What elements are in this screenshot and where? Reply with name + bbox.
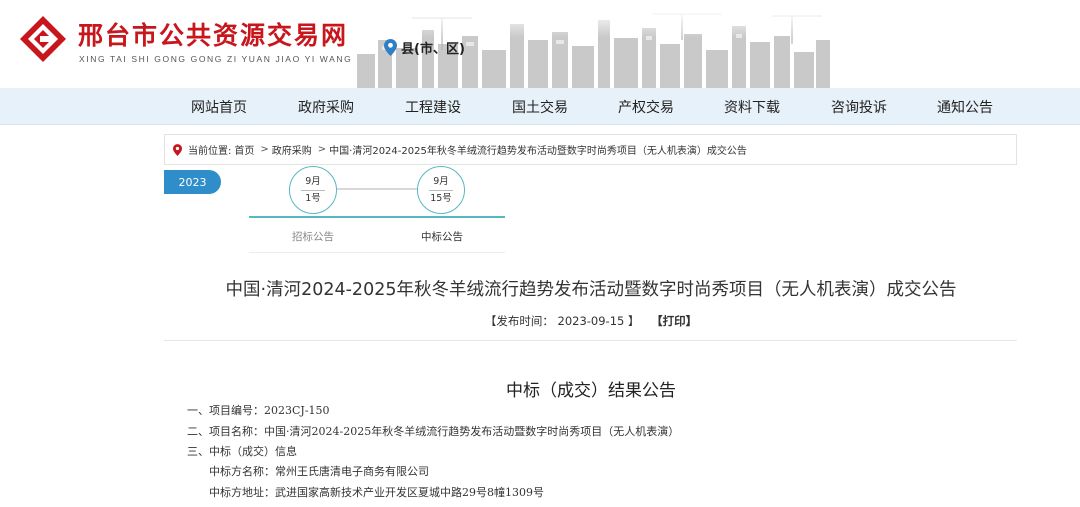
timeline-label-bid-notice[interactable]: 招标公告 [292,229,334,244]
breadcrumb-item-current: 中国·清河2024-2025年秋冬羊绒流行趋势发布活动暨数字时尚秀项目（无人机表… [329,146,747,157]
document-line-award-info: 三、中标（成交）信息 [187,445,297,458]
document-line-winner-name: 中标方名称：常州王氏唐清电子商务有限公司 [209,465,429,478]
nav-item-consult-complaint[interactable]: 咨询投诉 [831,97,887,117]
timeline-node-bid-notice[interactable]: 9月 1号 [289,166,337,214]
main-nav: 网站首页 政府采购 工程建设 国土交易 产权交易 资料下载 咨询投诉 通知公告 [0,88,1080,125]
print-button[interactable]: 【打印】 [651,314,697,328]
nav-item-government-procurement[interactable]: 政府采购 [298,97,354,117]
timeline-node-month: 9月 [429,176,453,191]
breadcrumb-separator: > [260,144,269,155]
site-subtitle: XING TAI SHI GONG GONG ZI YUAN JIAO YI W… [79,54,353,64]
publish-date: 2023-09-15 [557,314,625,328]
breadcrumb-separator: > [317,144,327,155]
timeline-node-day: 15号 [430,192,452,204]
nav-item-notices[interactable]: 通知公告 [937,97,993,117]
document-line-project-name: 二、项目名称：中国·清河2024-2025年秋冬羊绒流行趋势发布活动暨数字时尚秀… [187,425,680,438]
timeline-node-month: 9月 [301,176,325,191]
publish-time-prefix: 【发布时间： [484,314,554,328]
nav-item-home[interactable]: 网站首页 [191,97,247,117]
site-title[interactable]: 邢台市公共资源交易网 [78,16,348,52]
logo-icon[interactable] [18,14,68,64]
breadcrumb-prefix: 当前位置: [188,146,232,157]
document-line-project-number: 一、项目编号：2023CJ-150 [187,404,330,417]
document-line-winner-address: 中标方地址：武进国家高新技术产业开发区夏城中路29号8幢1309号 [209,486,544,499]
timeline-underline [249,216,505,218]
timeline-node-day: 1号 [305,192,321,204]
article-meta: 【发布时间： 2023-09-15 】 【打印】 [0,313,1080,329]
nav-item-downloads[interactable]: 资料下载 [724,97,780,117]
document-heading: 中标（成交）结果公告 [506,381,676,401]
region-selector[interactable]: 县(市、区) [384,38,465,57]
timeline-label-award-notice[interactable]: 中标公告 [421,229,463,244]
breadcrumb-item-home[interactable]: 首页 [234,142,254,157]
article-divider [164,340,1017,341]
site-header: 邢台市公共资源交易网 XING TAI SHI GONG GONG ZI YUA… [0,0,1080,88]
timeline-node-award-notice[interactable]: 9月 15号 [417,166,465,214]
location-pin-icon [173,143,182,156]
region-selector-label: 县(市、区) [401,42,465,57]
nav-item-engineering[interactable]: 工程建设 [405,97,461,117]
breadcrumb-item-procurement[interactable]: 政府采购 [272,142,312,157]
timeline-connector [337,188,419,190]
publish-time-suffix: 】 [628,314,640,328]
article-title: 中国·清河2024-2025年秋冬羊绒流行趋势发布活动暨数字时尚秀项目（无人机表… [225,280,957,300]
breadcrumb: 当前位置: 首页 > 政府采购 > 中国·清河2024-2025年秋冬羊绒流行趋… [164,134,1017,165]
location-pin-icon [384,39,397,56]
year-tab[interactable]: 2023 [164,170,221,194]
nav-item-property-trading[interactable]: 产权交易 [618,97,674,117]
nav-item-land-trading[interactable]: 国土交易 [512,97,568,117]
timeline-divider [249,252,505,253]
